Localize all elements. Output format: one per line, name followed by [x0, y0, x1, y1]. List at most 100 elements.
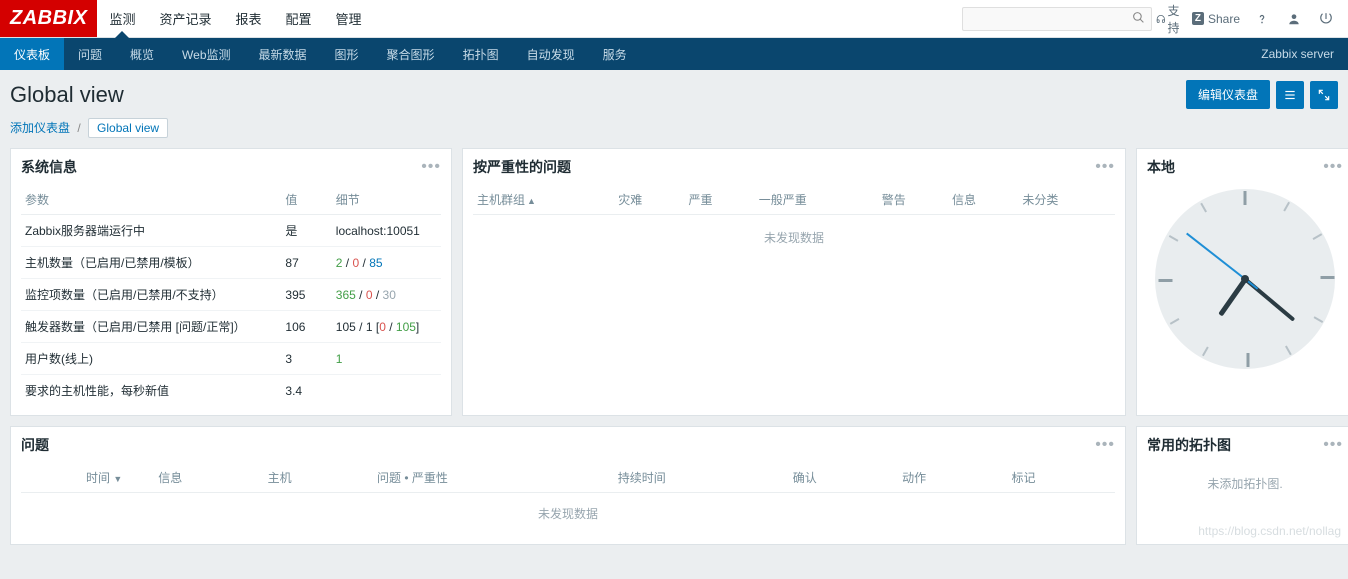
sysinfo-value: 3.4 — [281, 375, 331, 407]
widget-menu-icon[interactable]: ••• — [1095, 158, 1115, 176]
support-label: 支持 — [1167, 2, 1183, 36]
table-row: Zabbix服务器端运行中是localhost:10051 — [21, 215, 441, 247]
severity-col[interactable]: 一般严重 — [755, 185, 878, 215]
widget-problems: 问题 ••• 时间 ▼信息主机问题 • 严重性持续时间确认动作标记 未发现数据 — [10, 426, 1126, 545]
problems-col[interactable]: 主机 — [262, 463, 371, 493]
breadcrumb: 添加仪表盘 / Global view — [0, 113, 1348, 148]
problems-col[interactable]: 信息 — [152, 463, 261, 493]
dashboard-grid: 系统信息 ••• 参数 值 细节 Zabbix服务器端运行中是localhost… — [0, 148, 1348, 555]
sysinfo-col-detail[interactable]: 细节 — [332, 185, 441, 215]
clock-tick — [1285, 346, 1292, 356]
topnav-item-reports[interactable]: 报表 — [223, 0, 273, 37]
sort-asc-icon: ▲ — [527, 196, 536, 206]
subnav-item-problems[interactable]: 问题 — [64, 38, 116, 70]
sysinfo-title: 系统信息 — [21, 157, 77, 177]
clock-tick — [1313, 233, 1323, 240]
maps-empty: 未添加拓扑图. — [1137, 463, 1348, 504]
table-row: 主机数量（已启用/已禁用/模板）872 / 0 / 85 — [21, 247, 441, 279]
fullscreen-button[interactable] — [1310, 81, 1338, 109]
maps-title: 常用的拓扑图 — [1147, 435, 1231, 455]
breadcrumb-current[interactable]: Global view — [88, 118, 168, 138]
help-icon[interactable] — [1248, 5, 1276, 33]
severity-col[interactable]: 主机群组▲ — [473, 185, 614, 215]
severity-col[interactable]: 警告 — [878, 185, 948, 215]
table-row: 要求的主机性能，每秒新值3.4 — [21, 375, 441, 407]
problems-col[interactable]: 时间 ▼ — [21, 463, 152, 493]
topnav-item-monitoring[interactable]: 监测 — [97, 0, 147, 37]
sort-desc-icon: ▼ — [113, 474, 122, 484]
subnav-item-discovery[interactable]: 自动发现 — [513, 38, 589, 70]
subnav-item-services[interactable]: 服务 — [589, 38, 641, 70]
table-row: 触发器数量（已启用/已禁用 [问题/正常]）106105 / 1 [0 / 10… — [21, 311, 441, 343]
sysinfo-table: 参数 值 细节 Zabbix服务器端运行中是localhost:10051主机数… — [21, 185, 441, 406]
subnav-item-screens[interactable]: 聚合图形 — [373, 38, 449, 70]
top-nav: ZABBIX 监测 资产记录 报表 配置 管理 支持 Z Share — [0, 0, 1348, 38]
server-name[interactable]: Zabbix server — [1261, 38, 1348, 70]
share-label: Share — [1208, 12, 1240, 26]
clock-center — [1241, 275, 1249, 283]
subnav-item-graphs[interactable]: 图形 — [321, 38, 373, 70]
sysinfo-detail: 105 / 1 [0 / 105] — [332, 311, 441, 343]
search-box[interactable] — [962, 7, 1152, 31]
widget-severity: 按严重性的问题 ••• 主机群组▲灾难严重一般严重警告信息未分类 未发现数据 — [462, 148, 1126, 416]
clock-tick — [1159, 279, 1173, 282]
widget-menu-icon[interactable]: ••• — [1095, 436, 1115, 454]
widget-clock: 本地 ••• — [1136, 148, 1348, 416]
problems-col[interactable]: 标记 — [1006, 463, 1115, 493]
sysinfo-param: 要求的主机性能，每秒新值 — [21, 375, 281, 407]
logout-icon[interactable] — [1312, 5, 1340, 33]
problems-col[interactable]: 确认 — [787, 463, 896, 493]
user-icon[interactable] — [1280, 5, 1308, 33]
sysinfo-value: 3 — [281, 343, 331, 375]
clock-tick — [1202, 347, 1209, 357]
edit-dashboard-button[interactable]: 编辑仪表盘 — [1186, 80, 1270, 109]
clock-tick — [1247, 353, 1250, 367]
subnav-item-dashboard[interactable]: 仪表板 — [0, 38, 64, 70]
breadcrumb-link-add[interactable]: 添加仪表盘 — [10, 121, 70, 135]
severity-col[interactable]: 未分类 — [1018, 185, 1115, 215]
topnav-item-inventory[interactable]: 资产记录 — [147, 0, 223, 37]
clock-hour-hand — [1218, 278, 1247, 317]
sysinfo-param: 监控项数量（已启用/已禁用/不支持） — [21, 279, 281, 311]
search-input[interactable] — [969, 12, 1132, 26]
subnav-item-maps[interactable]: 拓扑图 — [449, 38, 513, 70]
page-header: Global view 编辑仪表盘 — [0, 70, 1348, 113]
sysinfo-col-param[interactable]: 参数 — [21, 185, 281, 215]
support-link[interactable]: 支持 — [1156, 5, 1184, 33]
severity-col[interactable]: 严重 — [685, 185, 755, 215]
sysinfo-value: 87 — [281, 247, 331, 279]
problems-col[interactable]: 动作 — [896, 463, 1005, 493]
topnav-item-config[interactable]: 配置 — [274, 0, 324, 37]
dashboard-menu-button[interactable] — [1276, 81, 1304, 109]
sysinfo-detail: localhost:10051 — [332, 215, 441, 247]
subnav-item-latest[interactable]: 最新数据 — [245, 38, 321, 70]
logo[interactable]: ZABBIX — [0, 0, 97, 37]
severity-empty: 未发现数据 — [473, 215, 1115, 261]
widget-menu-icon[interactable]: ••• — [1323, 436, 1343, 454]
sysinfo-detail: 1 — [332, 343, 441, 375]
widget-system-info: 系统信息 ••• 参数 值 细节 Zabbix服务器端运行中是localhost… — [10, 148, 452, 416]
search-icon[interactable] — [1132, 11, 1145, 27]
severity-col[interactable]: 灾难 — [614, 185, 684, 215]
problems-empty: 未发现数据 — [21, 493, 1115, 535]
sysinfo-value: 106 — [281, 311, 331, 343]
problems-col[interactable]: 持续时间 — [612, 463, 787, 493]
topnav-menu: 监测 资产记录 报表 配置 管理 — [97, 0, 373, 37]
sysinfo-param: 用户数(线上) — [21, 343, 281, 375]
severity-title: 按严重性的问题 — [473, 157, 571, 177]
sysinfo-col-value[interactable]: 值 — [281, 185, 331, 215]
watermark: https://blog.csdn.net/nollag — [1198, 524, 1341, 538]
widget-menu-icon[interactable]: ••• — [421, 158, 441, 176]
topnav-right: 支持 Z Share — [962, 0, 1348, 37]
clock-tick — [1169, 235, 1179, 242]
widget-menu-icon[interactable]: ••• — [1323, 158, 1343, 176]
problems-col[interactable]: 问题 • 严重性 — [371, 463, 612, 493]
share-link[interactable]: Z Share — [1188, 5, 1244, 33]
subnav-item-overview[interactable]: 概览 — [116, 38, 168, 70]
sub-nav: 仪表板 问题 概览 Web监测 最新数据 图形 聚合图形 拓扑图 自动发现 服务… — [0, 38, 1348, 70]
topnav-item-admin[interactable]: 管理 — [324, 0, 374, 37]
severity-col[interactable]: 信息 — [948, 185, 1018, 215]
clock-tick — [1170, 318, 1180, 325]
subnav-item-web[interactable]: Web监测 — [168, 38, 244, 70]
page-title: Global view — [10, 82, 124, 108]
